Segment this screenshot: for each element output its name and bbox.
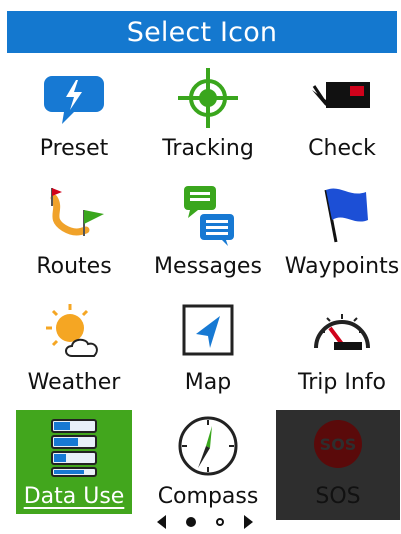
trip-info-icon — [314, 314, 370, 350]
tile-label: SOS — [315, 484, 361, 509]
weather-icon — [46, 304, 98, 357]
tile-label: Data Use — [23, 484, 125, 509]
next-page-arrow-icon[interactable] — [244, 515, 253, 529]
sos-icon: SOS — [314, 420, 362, 468]
tile-label: Trip Info — [298, 370, 386, 395]
tile-weather[interactable]: Weather — [16, 296, 132, 410]
check-icon — [312, 82, 370, 108]
tile-map[interactable]: Map — [150, 296, 266, 410]
page-indicator — [150, 510, 260, 534]
tile-trip-info[interactable]: Trip Info — [284, 296, 400, 410]
map-icon — [182, 304, 234, 356]
tile-compass[interactable]: Compass — [150, 410, 266, 514]
tile-routes[interactable]: Routes — [16, 180, 132, 294]
tile-label: Messages — [154, 254, 262, 279]
tile-tracking[interactable]: Tracking — [150, 62, 266, 176]
tile-sos[interactable]: SOS SOS — [276, 410, 400, 520]
tile-label: Routes — [36, 254, 112, 279]
page-dot-current — [186, 517, 196, 527]
svg-text:SOS: SOS — [320, 435, 357, 454]
page-title: Select Icon — [7, 11, 397, 53]
tile-label: Waypoints — [284, 254, 400, 279]
data-use-icon — [51, 419, 97, 477]
tile-label: Preset — [39, 136, 109, 161]
page-title-text: Select Icon — [126, 16, 278, 48]
waypoints-icon — [324, 188, 368, 243]
tile-preset[interactable]: Preset — [16, 62, 132, 176]
tile-label: Check — [308, 136, 376, 161]
tile-label: Compass — [157, 484, 259, 509]
tracking-icon — [178, 68, 238, 128]
routes-icon — [50, 188, 104, 236]
preset-icon — [44, 76, 104, 124]
tile-label: Tracking — [162, 136, 254, 161]
page-dot — [216, 518, 224, 526]
screen: Select Icon Preset Tracking Check Routes… — [0, 0, 401, 534]
messages-icon — [184, 186, 234, 246]
tile-waypoints[interactable]: Waypoints — [284, 180, 400, 294]
tile-label: Map — [184, 370, 232, 395]
tile-messages[interactable]: Messages — [150, 180, 266, 294]
compass-icon — [178, 416, 238, 476]
tile-label: Weather — [27, 370, 121, 395]
tile-data-use[interactable]: Data Use — [16, 410, 132, 514]
tile-check[interactable]: Check — [284, 62, 400, 176]
previous-page-arrow-icon[interactable] — [157, 515, 166, 529]
